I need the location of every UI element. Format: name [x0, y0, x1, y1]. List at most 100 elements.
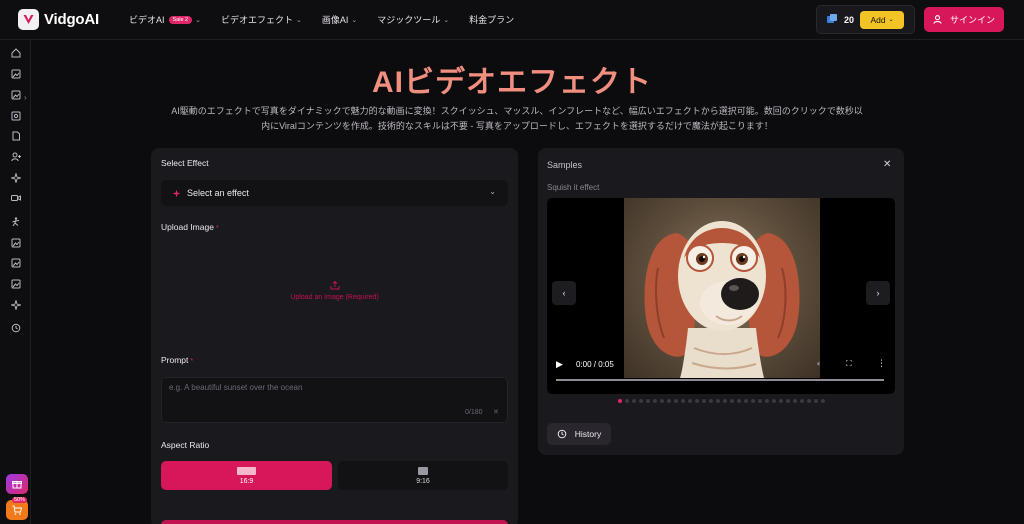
carousel-dot[interactable]: [814, 399, 818, 403]
image-icon[interactable]: [10, 257, 22, 269]
carousel-dot[interactable]: [779, 399, 783, 403]
history-icon[interactable]: [10, 322, 22, 334]
cart-icon: [12, 505, 22, 515]
user-icon: [933, 15, 942, 24]
nav-label: ビデオAI: [129, 15, 165, 25]
chevron-down-icon: ⌄: [443, 16, 450, 24]
carousel-dot[interactable]: [667, 399, 671, 403]
cart-button[interactable]: [6, 500, 28, 520]
carousel-dot[interactable]: [625, 399, 629, 403]
carousel-dot[interactable]: [646, 399, 650, 403]
carousel-dot[interactable]: [737, 399, 741, 403]
carousel-dot[interactable]: [709, 399, 713, 403]
carousel-dot[interactable]: [674, 399, 678, 403]
signin-label: サインイン: [949, 15, 995, 25]
chevron-down-icon: ⌄: [489, 187, 496, 196]
upload-icon: [330, 280, 339, 290]
nav-pricing[interactable]: 料金プラン: [469, 13, 514, 26]
carousel-dot[interactable]: [758, 399, 762, 403]
carousel-dot[interactable]: [618, 399, 622, 403]
sparkle-icon[interactable]: [10, 299, 22, 311]
carousel-dot[interactable]: [800, 399, 804, 403]
landscape-ratio-icon: [237, 466, 256, 475]
nav-magic-tools[interactable]: マジックツール ⌄: [377, 13, 449, 26]
nav-video-effects[interactable]: ビデオエフェクト ⌄: [221, 13, 302, 26]
image-upload-dropzone[interactable]: Upload an Image (Required): [161, 234, 508, 347]
carousel-dot[interactable]: [744, 399, 748, 403]
document-icon[interactable]: [10, 130, 22, 142]
carousel-dot[interactable]: [639, 399, 643, 403]
sale-badge: Sale 2: [168, 15, 193, 24]
effect-form-panel: Select Effect Select an effect ⌄ Upload …: [151, 148, 518, 524]
sparkle-icon[interactable]: [10, 172, 22, 184]
history-icon: [557, 429, 567, 439]
image-icon[interactable]: [10, 110, 22, 122]
image-icon[interactable]: [10, 237, 22, 249]
video-time: 0:00 / 0:05: [576, 360, 614, 369]
carousel-dot[interactable]: [793, 399, 797, 403]
signin-button[interactable]: サインイン: [924, 7, 1004, 32]
carousel-dot[interactable]: [702, 399, 706, 403]
dancing-icon[interactable]: [10, 216, 22, 228]
video-camera-icon[interactable]: [10, 192, 22, 204]
carousel-dot[interactable]: [807, 399, 811, 403]
carousel-dot[interactable]: [723, 399, 727, 403]
nav-label: 画像AI: [321, 15, 349, 25]
carousel-dot[interactable]: [660, 399, 664, 403]
aspect-ratio-9-16[interactable]: 9:16: [338, 461, 508, 490]
aspect-ratio-16-9[interactable]: 16:9: [161, 461, 332, 490]
effect-select[interactable]: Select an effect ⌄: [161, 180, 508, 206]
carousel-dot[interactable]: [751, 399, 755, 403]
sidebar: ›: [0, 40, 31, 524]
carousel-dot[interactable]: [653, 399, 657, 403]
carousel-dot[interactable]: [765, 399, 769, 403]
user-plus-icon[interactable]: [10, 151, 22, 163]
close-icon[interactable]: ✕: [883, 159, 891, 170]
video-progress-bar[interactable]: [556, 379, 884, 381]
prompt-input[interactable]: [169, 383, 449, 403]
carousel-indicators: [618, 399, 828, 403]
sample-video-player[interactable]: ‹ › ▶ 0:00 / 0:05 🔈︎ ⛶ ⋮: [547, 198, 895, 394]
sparkle-icon: [172, 188, 181, 198]
more-options-icon[interactable]: ⋮: [877, 358, 886, 369]
upload-hint: Upload an Image (Required): [290, 294, 379, 301]
carousel-dot[interactable]: [688, 399, 692, 403]
carousel-dot[interactable]: [786, 399, 790, 403]
previous-sample-button[interactable]: ‹: [552, 281, 576, 305]
carousel-dot[interactable]: [695, 399, 699, 403]
nav-image-ai[interactable]: 画像AI ⌄: [322, 13, 357, 26]
play-icon[interactable]: ▶: [556, 359, 563, 370]
credits-count: 20: [844, 14, 855, 25]
gift-icon: [12, 481, 22, 489]
nav-video-ai[interactable]: ビデオAI Sale 2 ⌄: [129, 13, 201, 26]
carousel-dot[interactable]: [821, 399, 825, 403]
add-label: Add: [870, 14, 886, 25]
nav-label: 料金プラン: [469, 15, 515, 25]
description-line: 内にViralコンテンツを作成。技術的なスキルは不要 - 写真をアップロードし、…: [261, 121, 773, 131]
generate-button[interactable]: [161, 520, 508, 524]
page-description: AI駆動のエフェクトで写真をダイナミックで魅力的な動画に変換！スクイッシュ、マッ…: [150, 104, 884, 134]
carousel-dot[interactable]: [632, 399, 636, 403]
carousel-dot[interactable]: [730, 399, 734, 403]
clear-icon[interactable]: ✕: [493, 408, 499, 416]
chevron-left-icon: ‹: [562, 288, 566, 298]
carousel-dot[interactable]: [772, 399, 776, 403]
credits-widget: 20 Add ⌄: [816, 5, 915, 34]
image-icon[interactable]: [10, 278, 22, 290]
fullscreen-icon[interactable]: ⛶: [846, 359, 852, 369]
add-credits-button[interactable]: Add ⌄: [860, 10, 905, 29]
brand-logo[interactable]: VidgoAI: [18, 9, 122, 30]
gift-button[interactable]: [6, 474, 28, 494]
required-mark: *: [215, 225, 219, 232]
brand-name: VidgoAI: [44, 11, 99, 28]
aspect-ratio-label: Aspect Ratio: [161, 440, 210, 450]
chevron-down-icon: ⌄: [888, 17, 894, 23]
carousel-dot[interactable]: [681, 399, 685, 403]
prompt-box: 0/180 ✕: [161, 377, 508, 423]
ratio-label: 16:9: [239, 477, 254, 485]
history-button[interactable]: History: [547, 423, 611, 445]
carousel-dot[interactable]: [716, 399, 720, 403]
next-sample-button[interactable]: ›: [866, 281, 890, 305]
select-effect-label: Select Effect: [161, 158, 209, 168]
volume-icon[interactable]: 🔈︎: [817, 359, 822, 369]
